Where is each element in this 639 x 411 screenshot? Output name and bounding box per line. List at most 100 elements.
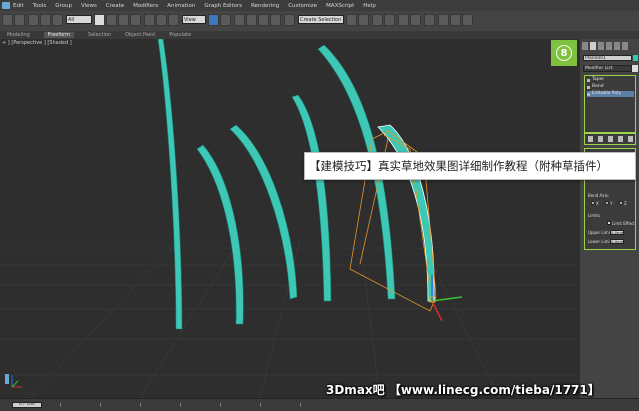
menu-modifiers[interactable]: Modifiers [133, 3, 158, 9]
bulb-icon[interactable] [587, 92, 590, 96]
tab-selection[interactable]: Selection [88, 32, 111, 38]
tab-populate[interactable]: Populate [169, 32, 191, 38]
menu-create[interactable]: Create [106, 3, 124, 9]
unlink-icon[interactable] [40, 14, 51, 26]
material-editor-icon[interactable] [424, 14, 435, 26]
rendered-frame-window-icon[interactable] [450, 14, 461, 26]
menu-group[interactable]: Group [55, 3, 72, 9]
select-by-name-icon[interactable] [106, 14, 117, 26]
timeline-tick [220, 403, 221, 407]
modifier-stack: Taper Bend Editable Poly [584, 75, 636, 133]
percent-snap-icon[interactable] [258, 14, 269, 26]
select-manipulate-icon[interactable] [220, 14, 231, 26]
grass-blade [291, 94, 332, 302]
rectangular-selection-icon[interactable] [118, 14, 129, 26]
window-crossing-icon[interactable] [130, 14, 141, 26]
graphite-toggle-icon[interactable] [384, 14, 395, 26]
named-selection-sets-field[interactable]: Create Selection Se [298, 15, 344, 24]
menu-bar: Edit Tools Group Views Create Modifiers … [0, 0, 639, 11]
tab-freeform[interactable]: Freeform [43, 32, 75, 38]
lower-limit-field[interactable]: 0.0mm [610, 239, 624, 244]
modify-tab-icon[interactable] [590, 42, 596, 50]
display-tab-icon[interactable] [614, 42, 620, 50]
selection-filter-dropdown[interactable]: All [66, 15, 92, 24]
pin-stack-icon[interactable] [587, 136, 593, 142]
create-tab-icon[interactable] [582, 42, 588, 50]
mirror-icon[interactable] [346, 14, 357, 26]
world-axis-tripod [11, 375, 22, 388]
modifier-list-dropdown[interactable]: Modifier List [583, 65, 632, 72]
angle-snap-icon[interactable] [246, 14, 257, 26]
upper-limit-field[interactable]: 0.0mm [610, 230, 624, 235]
menu-rendering[interactable]: Rendering [251, 3, 279, 9]
layer-manager-icon[interactable] [372, 14, 383, 26]
bulb-icon[interactable] [587, 78, 590, 82]
select-object-icon[interactable] [94, 14, 105, 26]
render-setup-icon[interactable] [438, 14, 449, 26]
select-rotate-icon[interactable] [156, 14, 167, 26]
grass-blade [196, 144, 244, 325]
bind-space-warp-icon[interactable] [52, 14, 63, 26]
frame-counter[interactable]: 0 / 100 [12, 402, 42, 408]
menu-graph-editors[interactable]: Graph Editors [204, 3, 242, 9]
link-icon[interactable] [28, 14, 39, 26]
curve-editor-icon[interactable] [398, 14, 409, 26]
time-configuration-icon[interactable] [5, 374, 9, 384]
motion-tab-icon[interactable] [606, 42, 612, 50]
main-toolbar: All View Create Selection Se [0, 11, 639, 32]
object-color-swatch[interactable] [633, 55, 638, 61]
stack-item-label: Taper [592, 77, 605, 82]
menu-views[interactable]: Views [81, 3, 97, 9]
menu-help[interactable]: Help [363, 3, 376, 9]
render-production-icon[interactable] [462, 14, 473, 26]
select-scale-icon[interactable] [168, 14, 179, 26]
site-watermark: 3Dmax吧 【www.linecg.com/tieba/1771】 [326, 383, 600, 397]
perspective-viewport[interactable]: + ] [Perspective ] [Shaded ] [0, 39, 580, 398]
menu-tools[interactable]: Tools [33, 3, 47, 9]
stack-item-bend[interactable]: Bend [587, 84, 634, 90]
stack-item-editable-poly[interactable]: Editable Poly [587, 91, 634, 97]
axis-x-radio[interactable] [591, 201, 595, 205]
object-name-field[interactable]: Plane001 [583, 55, 632, 61]
axis-z-radio[interactable] [619, 201, 623, 205]
undo-icon[interactable] [2, 14, 13, 26]
limits-label: Limits [588, 213, 600, 218]
utilities-tab-icon[interactable] [622, 42, 628, 50]
timeline-tick [60, 403, 61, 407]
limit-effect-checkbox[interactable] [607, 221, 611, 225]
reference-coordinate-dropdown[interactable]: View [182, 15, 206, 24]
make-unique-icon[interactable] [607, 136, 613, 142]
stack-item-taper[interactable]: Taper [587, 77, 634, 83]
tab-modeling[interactable]: Modeling [7, 32, 30, 38]
ribbon-tabs: Modeling Freeform Selection Object Paint… [0, 31, 639, 39]
grass-blades [157, 39, 435, 330]
use-pivot-center-icon[interactable] [208, 14, 219, 26]
timeline-tick [100, 403, 101, 407]
limit-effect-label: Limit Effect [612, 221, 635, 226]
timeline-tick [180, 403, 181, 407]
step-badge: 8 [551, 40, 577, 66]
edit-named-selection-icon[interactable] [284, 14, 295, 26]
snaps-toggle-icon[interactable] [234, 14, 245, 26]
align-icon[interactable] [358, 14, 369, 26]
axis-y-radio[interactable] [605, 201, 609, 205]
tab-object-paint[interactable]: Object Paint [125, 32, 155, 38]
lower-limit-label: Lower Limit: [588, 239, 613, 244]
select-move-icon[interactable] [144, 14, 155, 26]
viewport-label[interactable]: + ] [Perspective ] [Shaded ] [2, 40, 72, 46]
time-slider-bar[interactable]: 0 / 100 [0, 398, 639, 411]
schematic-view-icon[interactable] [410, 14, 421, 26]
show-end-result-icon[interactable] [597, 136, 603, 142]
menu-customize[interactable]: Customize [288, 3, 317, 9]
remove-modifier-icon[interactable] [617, 136, 623, 142]
menu-maxscript[interactable]: MAXScript [326, 3, 354, 9]
menu-animation[interactable]: Animation [167, 3, 195, 9]
menu-edit[interactable]: Edit [13, 3, 24, 9]
bulb-icon[interactable] [587, 85, 590, 89]
redo-icon[interactable] [14, 14, 25, 26]
app-logo-icon[interactable] [2, 2, 10, 9]
spinner-snap-icon[interactable] [270, 14, 281, 26]
hierarchy-tab-icon[interactable] [598, 42, 604, 50]
configure-modifier-sets-icon[interactable] [627, 136, 633, 142]
chevron-down-icon[interactable] [632, 65, 638, 72]
